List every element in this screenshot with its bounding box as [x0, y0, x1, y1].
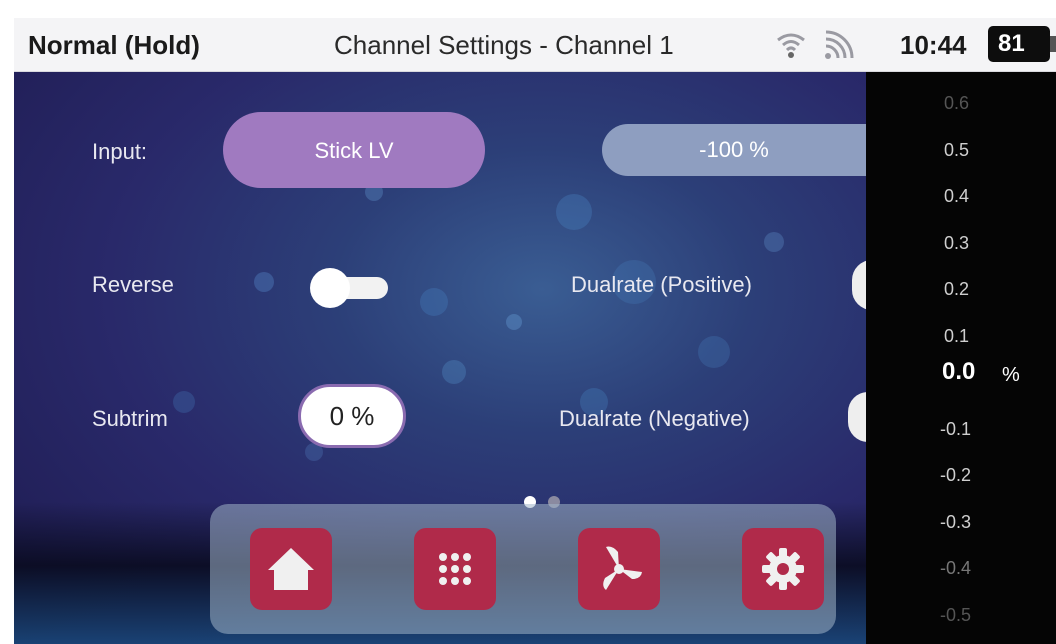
- mode-label: Normal (Hold): [28, 30, 200, 60]
- scale-tick: -0.1: [940, 418, 972, 439]
- scale-tick: -0.2: [940, 465, 972, 485]
- clock: 10:44: [900, 30, 967, 60]
- value-scale[interactable]: 0.6 0.5 0.4 0.3 0.2 0.1 0.0 % -0.1 -0.2 -0.3 -0.…: [866, 72, 1056, 644]
- apps-button[interactable]: [414, 528, 496, 610]
- input-label: Input:: [92, 139, 148, 164]
- subtrim-label: Subtrim: [92, 406, 168, 431]
- settings-button[interactable]: [742, 528, 824, 610]
- home-button[interactable]: [250, 528, 332, 610]
- scale-current-value: 0.0: [942, 358, 976, 385]
- scale-tick: 0.2: [944, 279, 970, 299]
- apps-grid-icon: [439, 553, 471, 585]
- bottom-dock: [210, 504, 836, 634]
- status-bar: Normal (Hold) Channel Settings - Channel…: [14, 18, 1056, 72]
- dualrate-negative-label: Dualrate (Negative): [559, 406, 750, 431]
- reverse-label: Reverse: [92, 272, 174, 297]
- home-icon: [268, 548, 314, 590]
- page-title: Channel Settings - Channel 1: [334, 30, 674, 60]
- battery-indicator: 81: [988, 26, 1050, 62]
- input-source-select[interactable]: Stick LV: [223, 112, 485, 188]
- scale-tick: 0.3: [944, 232, 970, 253]
- dualrate-positive-label: Dualrate (Positive): [571, 272, 752, 297]
- screen: Normal (Hold) Channel Settings - Channel…: [0, 0, 1056, 644]
- scale-tick: -0.4: [940, 558, 972, 578]
- rf-signal-icon: [825, 30, 854, 59]
- subtrim-input[interactable]: 0 %: [298, 384, 406, 448]
- battery-tip: [1050, 36, 1056, 52]
- scale-unit: %: [1002, 364, 1020, 386]
- propeller-icon: [603, 546, 642, 590]
- scale-tick: -0.5: [940, 604, 972, 625]
- scale-tick: -0.3: [940, 511, 972, 532]
- gear-icon: [762, 548, 804, 590]
- input-value-field[interactable]: -100 %: [602, 124, 866, 176]
- reverse-toggle[interactable]: [310, 268, 390, 308]
- scale-tick: 0.1: [944, 325, 970, 346]
- wifi-icon: [777, 33, 805, 58]
- scale-tick: 0.4: [944, 186, 970, 206]
- model-button[interactable]: [578, 528, 660, 610]
- scale-tick: 0.5: [944, 139, 970, 160]
- toggle-knob: [310, 268, 350, 308]
- scale-tick: 0.6: [944, 93, 970, 113]
- settings-panel: Input: Stick LV -100 % Reverse Dualrate …: [14, 72, 866, 644]
